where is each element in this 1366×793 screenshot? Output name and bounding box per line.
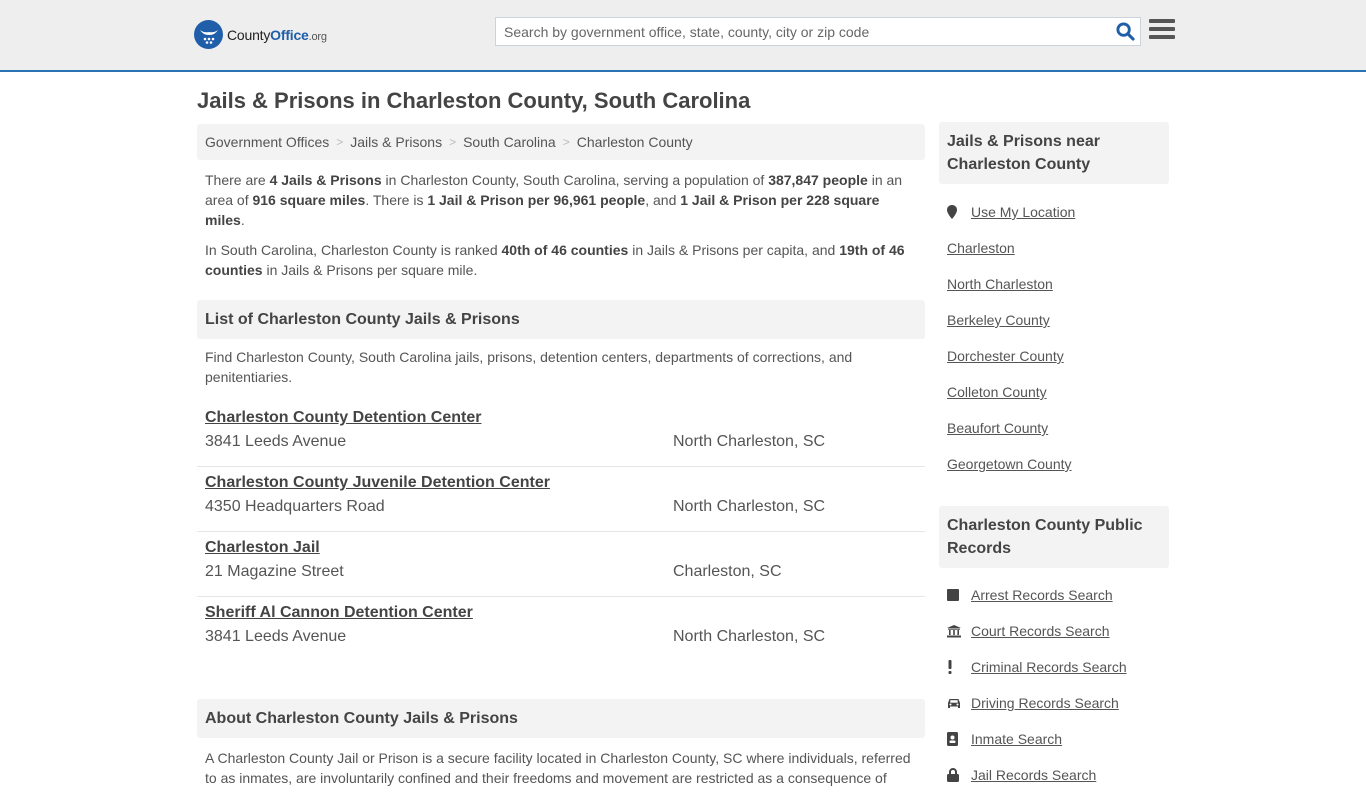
facility-city: North Charleston, SC — [673, 628, 826, 645]
sidebar: Jails & Prisons near Charleston County U… — [939, 122, 1169, 793]
lock-icon — [947, 768, 971, 782]
public-records-list: Arrest Records Search Court Records Sear… — [939, 577, 1169, 793]
facility-address: 21 Magazine Street — [205, 563, 344, 580]
list-section-heading: List of Charleston County Jails & Prison… — [197, 300, 925, 339]
facility-name-link[interactable]: Charleston County Juvenile Detention Cen… — [205, 471, 550, 495]
nearby-item: Beaufort County — [947, 410, 1161, 446]
courthouse-icon — [947, 624, 971, 638]
nearby-heading: Jails & Prisons near Charleston County — [939, 122, 1169, 184]
nearby-item: Dorchester County — [947, 338, 1161, 374]
records-item: Court Records Search — [947, 613, 1161, 649]
records-item: Arrest Records Search — [947, 577, 1161, 613]
ranking-paragraph: In South Carolina, Charleston County is … — [205, 242, 905, 278]
nearby-link[interactable]: Charleston — [947, 240, 1015, 256]
site-logo[interactable]: CountyOffice.org — [194, 20, 327, 49]
nearby-item: Colleton County — [947, 374, 1161, 410]
main-content: Government Offices > Jails & Prisons > S… — [197, 124, 925, 788]
list-section-description: Find Charleston County, South Carolina j… — [205, 349, 853, 385]
records-item: Inmate Search — [947, 721, 1161, 757]
nearby-link[interactable]: Colleton County — [947, 384, 1047, 400]
exclamation-icon — [947, 660, 971, 674]
summary-paragraph: There are 4 Jails & Prisons in Charlesto… — [205, 172, 903, 228]
intro-summary: There are 4 Jails & Prisons in Charlesto… — [197, 170, 925, 280]
car-icon — [947, 698, 971, 709]
nearby-link[interactable]: North Charleston — [947, 276, 1053, 292]
nearby-list: Use My Location Charleston North Charles… — [939, 194, 1169, 482]
facility-address: 3841 Leeds Avenue — [205, 433, 347, 450]
search-button[interactable] — [1110, 18, 1140, 45]
court-records-link[interactable]: Court Records Search — [971, 623, 1110, 639]
breadcrumb-separator: > — [336, 135, 344, 149]
facility-name-link[interactable]: Charleston County Detention Center — [205, 406, 481, 430]
site-header: CountyOffice.org — [0, 0, 1366, 72]
nearby-item: North Charleston — [947, 266, 1161, 302]
records-item: Criminal Records Search — [947, 649, 1161, 685]
breadcrumb: Government Offices > Jails & Prisons > S… — [197, 124, 925, 160]
facility-name-link[interactable]: Charleston Jail — [205, 536, 320, 560]
arrest-icon — [947, 589, 971, 601]
breadcrumb-separator: > — [562, 135, 570, 149]
about-section-text: A Charleston County Jail or Prison is a … — [205, 750, 911, 786]
search-input[interactable] — [496, 18, 1110, 45]
facility-item: Charleston Jail 21 Magazine Street Charl… — [197, 532, 925, 597]
page-title: Jails & Prisons in Charleston County, So… — [197, 88, 751, 113]
facility-item: Charleston County Detention Center 3841 … — [197, 402, 925, 467]
driving-records-link[interactable]: Driving Records Search — [971, 695, 1119, 711]
inmate-search-link[interactable]: Inmate Search — [971, 731, 1062, 747]
jail-records-link[interactable]: Jail Records Search — [971, 767, 1096, 783]
map-marker-icon — [947, 205, 971, 219]
nearby-item: Berkeley County — [947, 302, 1161, 338]
use-my-location-item: Use My Location — [947, 194, 1161, 230]
facility-address: 3841 Leeds Avenue — [205, 628, 347, 645]
breadcrumb-separator: > — [449, 135, 457, 149]
facility-name-link[interactable]: Sheriff Al Cannon Detention Center — [205, 601, 473, 625]
records-item: Jail Records Search — [947, 757, 1161, 793]
search-bar — [495, 17, 1141, 46]
hamburger-menu-icon[interactable] — [1149, 19, 1175, 43]
nearby-link[interactable]: Beaufort County — [947, 420, 1048, 436]
use-my-location-link[interactable]: Use My Location — [971, 204, 1075, 220]
site-logo-text: CountyOffice.org — [227, 26, 327, 43]
facility-list: Charleston County Detention Center 3841 … — [197, 402, 925, 662]
breadcrumb-government-offices[interactable]: Government Offices — [205, 134, 329, 150]
eagle-logo-icon — [194, 20, 223, 49]
facility-city: North Charleston, SC — [673, 498, 826, 515]
breadcrumb-south-carolina[interactable]: South Carolina — [463, 134, 556, 150]
arrest-records-link[interactable]: Arrest Records Search — [971, 587, 1113, 603]
criminal-records-link[interactable]: Criminal Records Search — [971, 659, 1127, 675]
facility-item: Sheriff Al Cannon Detention Center 3841 … — [197, 597, 925, 662]
facility-city: Charleston, SC — [673, 563, 782, 580]
facility-address: 4350 Headquarters Road — [205, 498, 385, 515]
breadcrumb-jails-prisons[interactable]: Jails & Prisons — [350, 134, 442, 150]
nearby-link[interactable]: Dorchester County — [947, 348, 1064, 364]
id-badge-icon — [947, 732, 971, 746]
breadcrumb-charleston-county[interactable]: Charleston County — [577, 134, 693, 150]
facility-item: Charleston County Juvenile Detention Cen… — [197, 467, 925, 532]
facility-city: North Charleston, SC — [673, 433, 826, 450]
nearby-item: Georgetown County — [947, 446, 1161, 482]
public-records-heading: Charleston County Public Records — [939, 506, 1169, 568]
nearby-item: Charleston — [947, 230, 1161, 266]
about-section-heading: About Charleston County Jails & Prisons — [197, 699, 925, 738]
nearby-link[interactable]: Berkeley County — [947, 312, 1050, 328]
search-icon — [1115, 22, 1135, 41]
nearby-link[interactable]: Georgetown County — [947, 456, 1072, 472]
records-item: Driving Records Search — [947, 685, 1161, 721]
